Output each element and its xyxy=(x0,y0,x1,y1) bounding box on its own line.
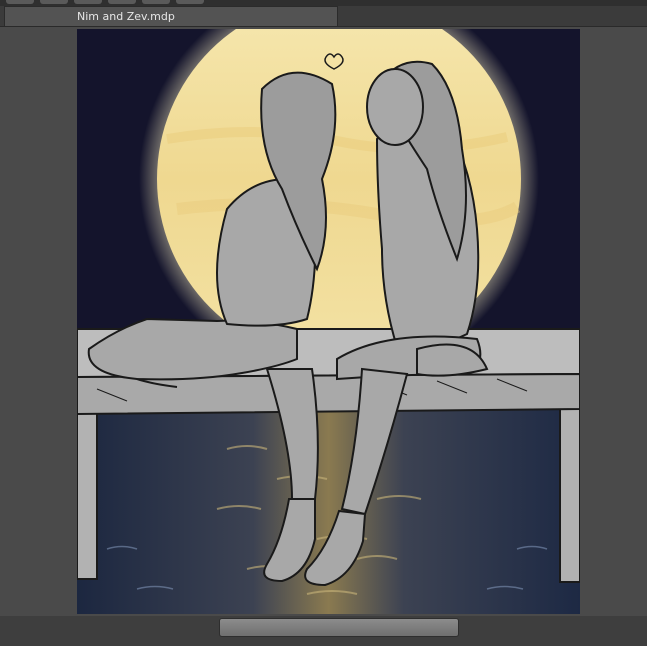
pier-leg-right xyxy=(559,406,580,583)
artwork-canvas[interactable] xyxy=(77,29,580,614)
toolbar-segment xyxy=(142,0,170,4)
toolbar-segment xyxy=(6,0,34,4)
document-tab-bar: Nim and Zev.mdp xyxy=(0,6,647,27)
artwork-illustration xyxy=(77,29,580,614)
toolbar-segment xyxy=(108,0,136,4)
toolbar-segment xyxy=(176,0,204,4)
toolbar-segment xyxy=(40,0,68,4)
horizontal-scrollbar-thumb[interactable] xyxy=(219,618,459,637)
toolbar-segment xyxy=(74,0,102,4)
document-tab[interactable]: Nim and Zev.mdp xyxy=(4,6,338,26)
pier-leg-left xyxy=(77,410,98,580)
